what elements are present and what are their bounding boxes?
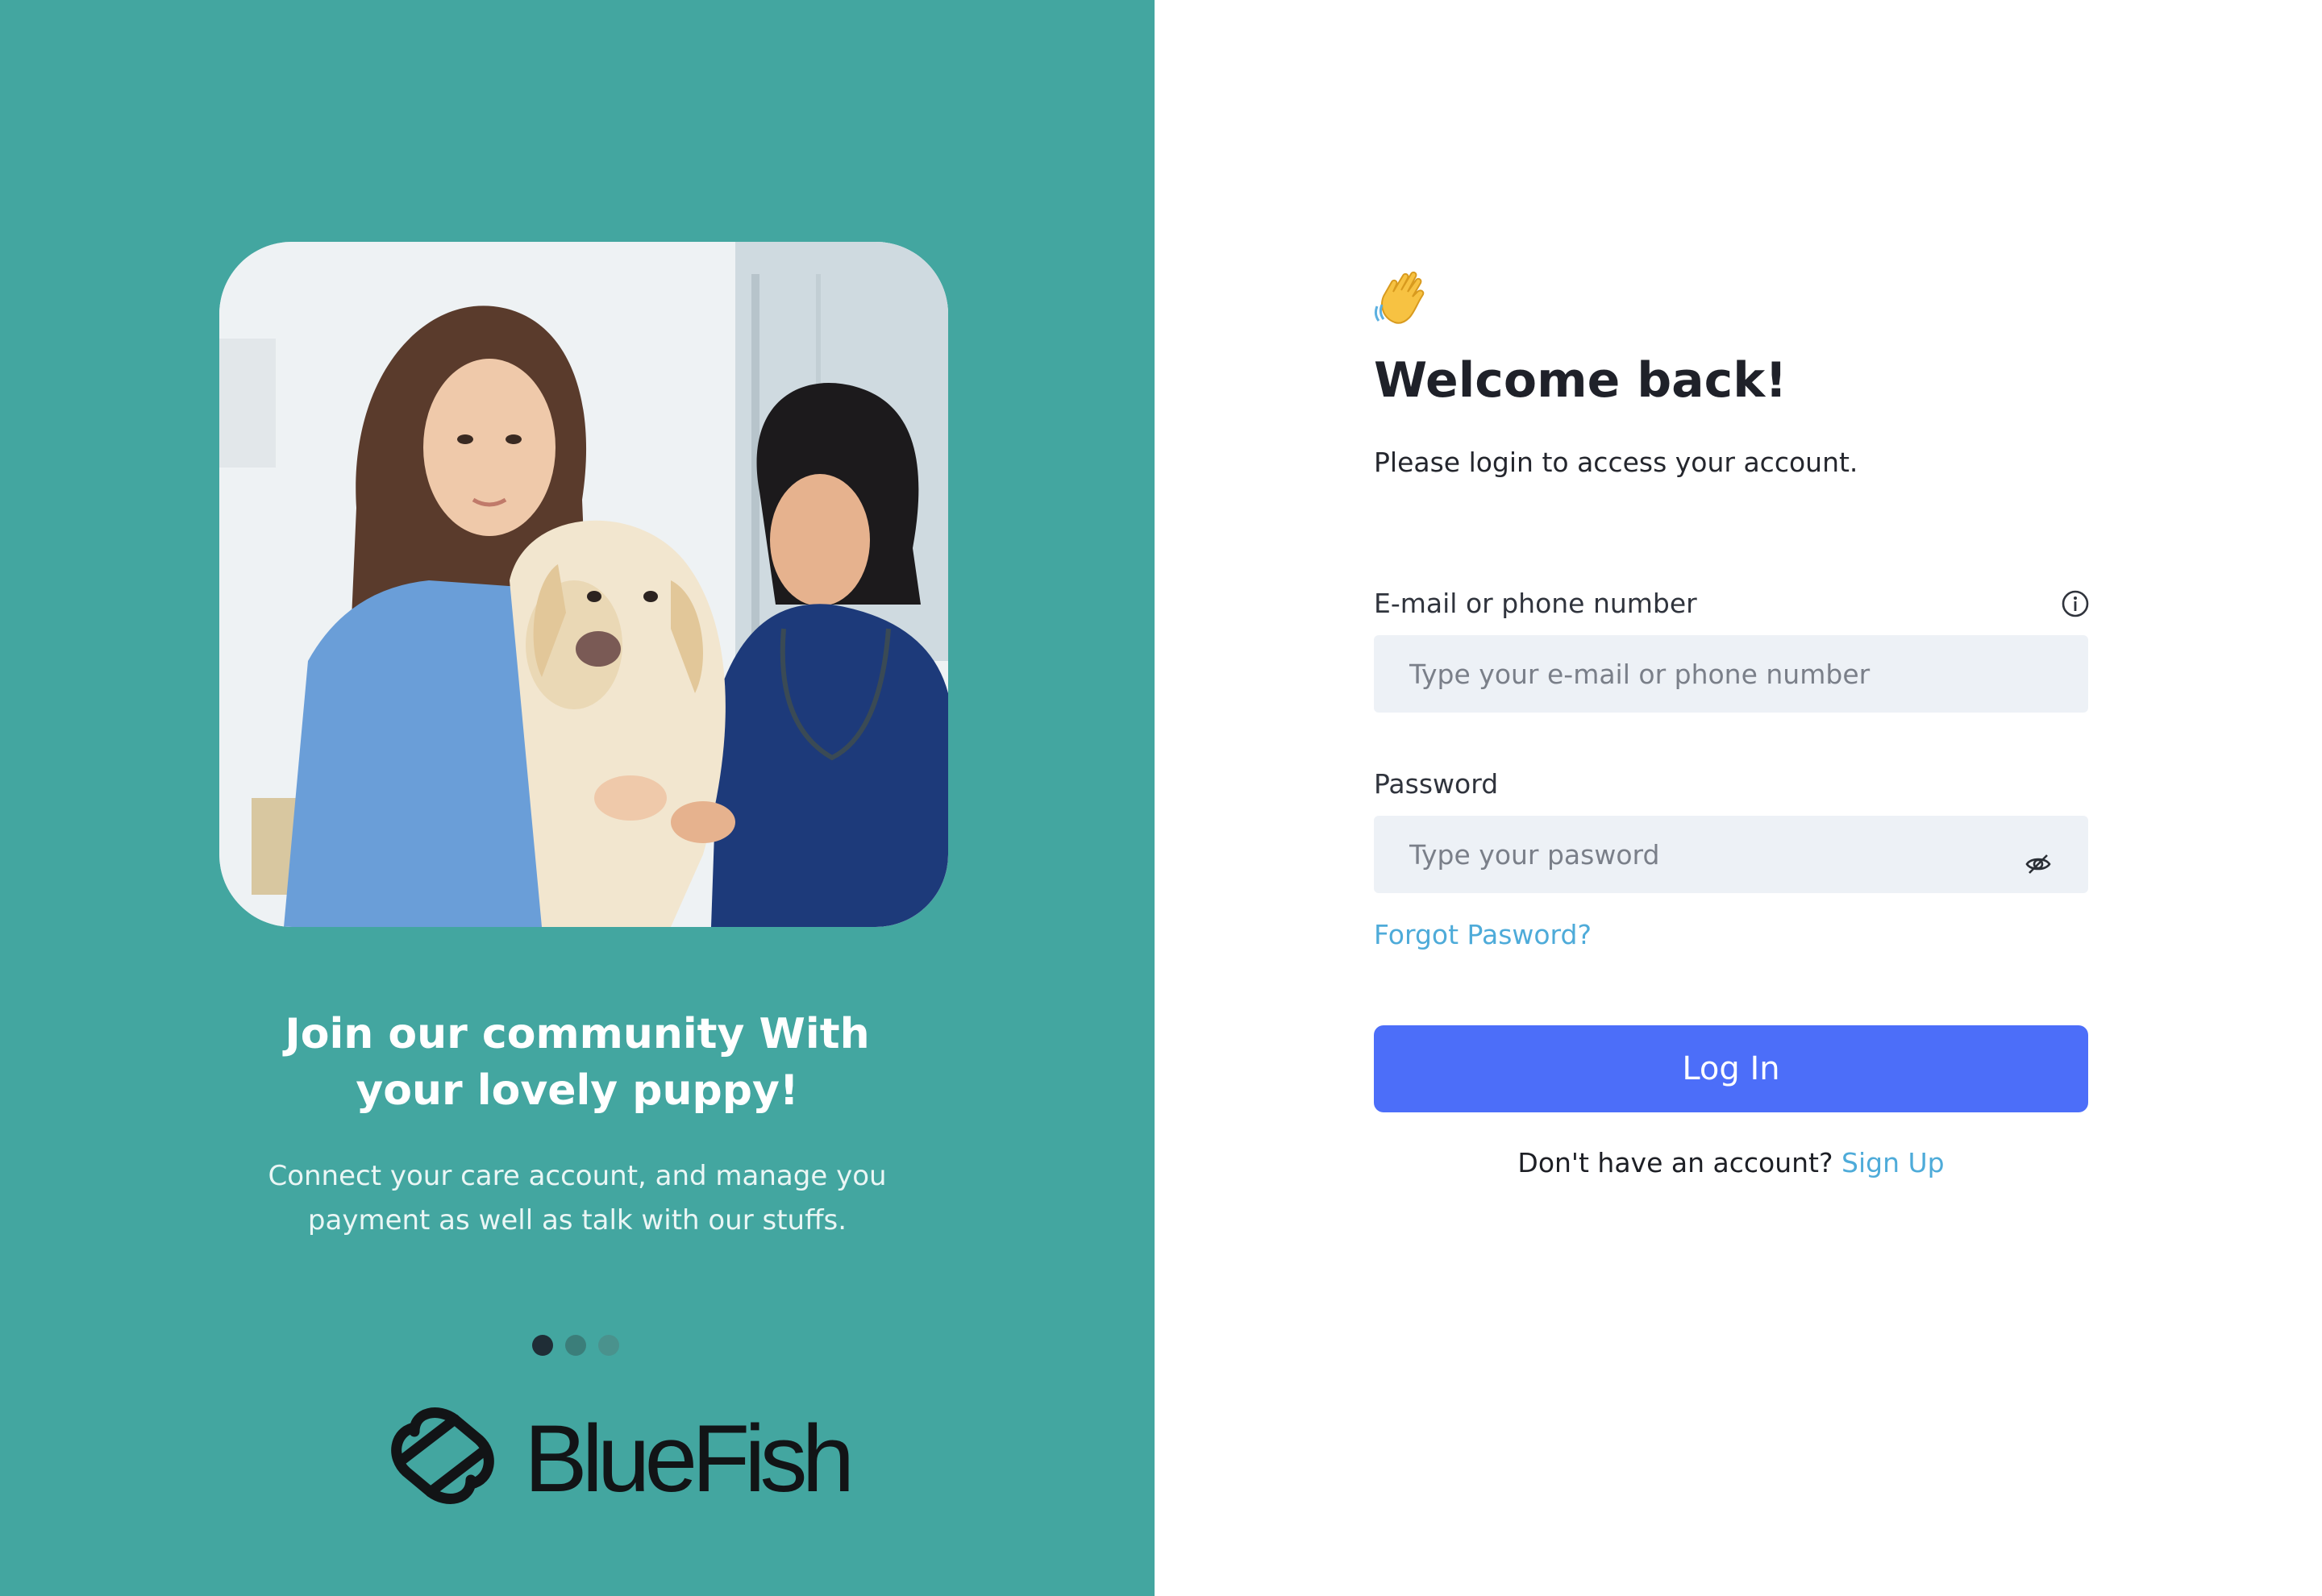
info-icon[interactable] [2060,588,2091,619]
signup-link[interactable]: Sign Up [1841,1147,1945,1178]
forgot-password-link[interactable]: Forgot Pasword? [1374,916,1592,954]
hero-photo [219,242,948,927]
brand-logo: BlueFish [382,1399,855,1512]
hero-subtitle-line1: Connect your care account, and manage yo… [268,1160,887,1192]
page-subtitle: Please login to access your account. [1374,447,1858,478]
eye-off-icon[interactable] [2024,850,2053,879]
page-title: Welcome back! [1374,352,1787,409]
login-button[interactable]: Log In [1374,1025,2088,1112]
hero-title-line2: your lovely puppy! [356,1066,799,1115]
carousel-dot[interactable] [598,1335,619,1356]
login-panel [1155,0,2322,1596]
vets-with-dog-photo [219,242,948,927]
password-label: Password [1374,768,1499,800]
brand-name: BlueFish [524,1406,855,1512]
hero-title: Join our community With your lovely pupp… [0,1006,1155,1119]
email-label: E-mail or phone number [1374,588,1697,619]
no-account-text: Don't have an account? [1517,1147,1833,1178]
signup-prompt: Don't have an account? Sign Up [1374,1145,2088,1182]
email-input[interactable] [1374,635,2088,713]
bluefish-logo-icon [391,1407,494,1504]
password-input[interactable] [1374,816,2088,893]
hero-subtitle: Connect your care account, and manage yo… [0,1154,1155,1243]
carousel-dot-active[interactable] [532,1335,553,1356]
carousel-dot[interactable] [565,1335,586,1356]
hero-panel: Join our community With your lovely pupp… [0,0,1155,1596]
waving-hand-icon [1374,271,1425,324]
hero-subtitle-line2: payment as well as talk with our stuffs. [307,1204,847,1236]
hero-title-line1: Join our community With [285,1010,870,1058]
